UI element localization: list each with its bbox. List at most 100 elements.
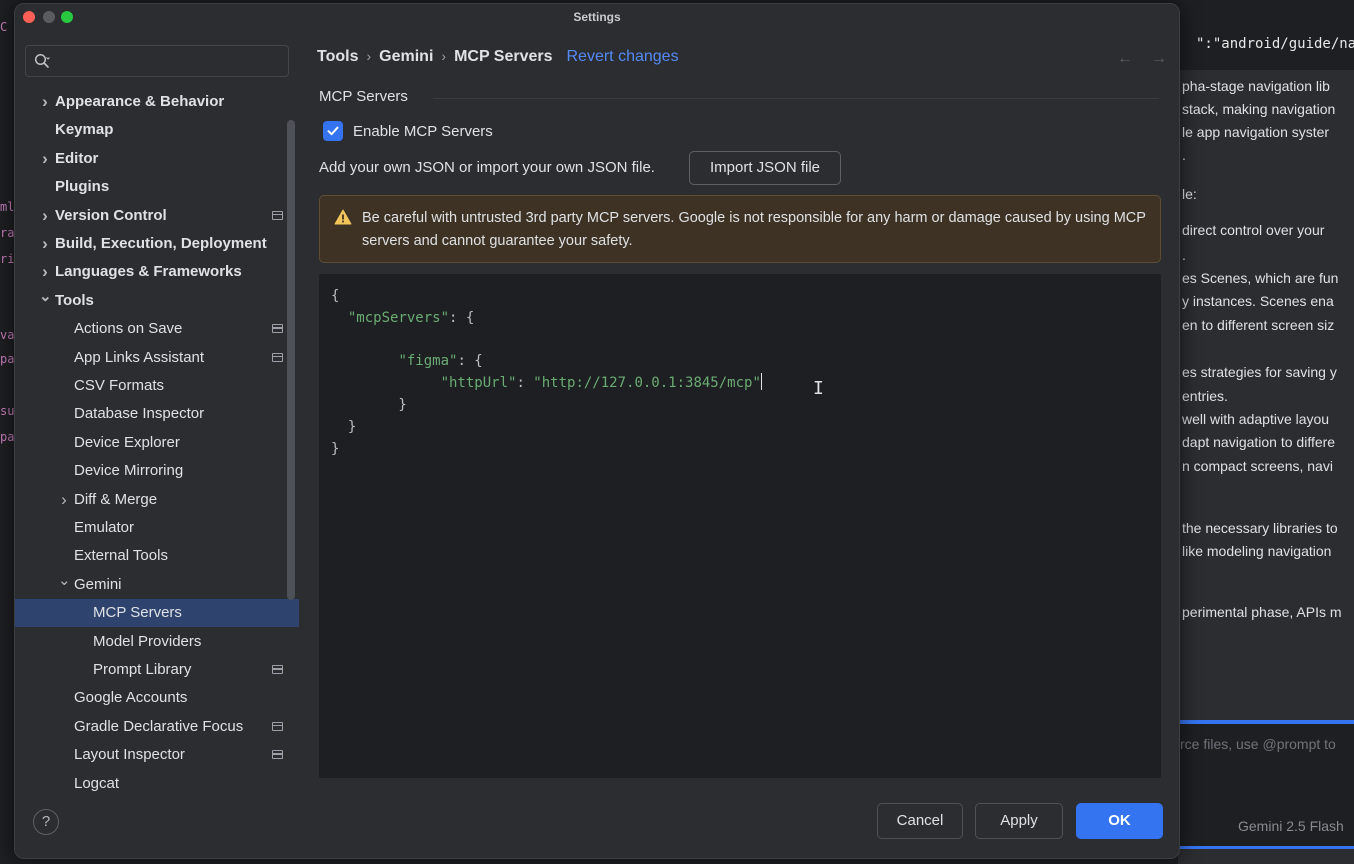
sidebar-scrollbar[interactable] (287, 120, 295, 600)
sidebar-item-label: Gradle Declarative Focus (74, 717, 244, 735)
project-level-icon (272, 665, 283, 674)
background-text-line: n compact screens, navi (1182, 458, 1333, 474)
sidebar-item-label: Build, Execution, Deployment (55, 235, 267, 252)
sidebar-item-emulator[interactable]: Emulator (15, 514, 299, 542)
screen: Cmlrarivapacsupac ":"android/guide/nav p… (0, 0, 1354, 864)
chevron-right-icon[interactable]: › (39, 145, 51, 173)
json-code-line: } (331, 418, 357, 435)
import-json-button[interactable]: Import JSON file (689, 151, 841, 185)
sidebar-item-appearance-behavior[interactable]: › Appearance & Behavior (15, 88, 299, 116)
warning-icon (334, 209, 352, 225)
background-text-line: le: (1182, 186, 1197, 202)
background-text-line: well with adaptive layou (1182, 411, 1330, 427)
sidebar-item-label: Keymap (55, 121, 114, 139)
sidebar-item-model-providers[interactable]: Model Providers (15, 628, 299, 656)
sidebar-item-prompt-library[interactable]: Prompt Library (15, 656, 299, 684)
project-level-icon (272, 721, 283, 731)
checkmark-icon (327, 126, 339, 136)
background-text-line: . (1182, 247, 1186, 263)
sidebar-item-build-execution-deployment[interactable]: › Build, Execution, Deployment (15, 230, 299, 258)
background-text-line: pha-stage navigation lib (1182, 78, 1330, 94)
settings-search-input[interactable] (25, 45, 289, 77)
sidebar-item-label: Device Mirroring (74, 462, 184, 480)
sidebar-item-plugins[interactable]: Plugins (15, 173, 299, 201)
sidebar-item-csv-formats[interactable]: CSV Formats (15, 372, 299, 400)
window-title: Settings (573, 10, 621, 24)
sidebar-item-google-accounts[interactable]: Google Accounts (15, 684, 299, 712)
background-text-line: es Scenes, which are fun (1182, 270, 1339, 286)
sidebar-item-label: Layout Inspector (74, 746, 185, 764)
sidebar-item-diff-merge[interactable]: › Diff & Merge (15, 486, 299, 514)
json-editor[interactable]: { "mcpServers": { "figma": { "httpUrl": … (319, 274, 1161, 778)
sidebar-item-actions-on-save[interactable]: Actions on Save (15, 315, 299, 343)
sidebar-item-tools[interactable]: ⌄ Tools (15, 287, 299, 315)
revert-changes-link[interactable]: Revert changes (567, 48, 679, 65)
sidebar-item-label: Languages & Frameworks (55, 263, 242, 281)
project-level-icon (272, 210, 283, 220)
background-text-line: es strategies for saving y (1182, 364, 1337, 380)
sidebar-item-database-inspector[interactable]: Database Inspector (15, 400, 299, 428)
enable-mcp-label[interactable]: Enable MCP Servers (353, 123, 493, 140)
breadcrumb-separator: › (441, 48, 447, 64)
sidebar-item-mcp-servers[interactable]: MCP Servers (15, 599, 299, 628)
chevron-right-icon[interactable]: › (39, 88, 51, 116)
sidebar-item-label: Emulator (74, 519, 135, 536)
json-code-line (331, 330, 762, 352)
sidebar-item-version-control[interactable]: › Version Control (15, 202, 299, 230)
forward-arrow-icon[interactable]: → (1151, 50, 1167, 67)
sidebar-item-editor[interactable]: › Editor (15, 145, 299, 173)
add-json-description: Add your own JSON or import your own JSO… (319, 159, 655, 176)
sidebar-item-label: App Links Assistant (74, 348, 205, 366)
chevron-down-icon[interactable]: ⌄ (39, 287, 52, 307)
sidebar-item-gradle-declarative-focus[interactable]: Gradle Declarative Focus (15, 713, 299, 741)
background-text-line: the necessary libraries to (1182, 520, 1338, 536)
sidebar-item-device-mirroring[interactable]: Device Mirroring (15, 457, 299, 485)
breadcrumb-separator: › (366, 48, 372, 64)
sidebar-item-label: Version Control (55, 206, 167, 224)
breadcrumb-gemini[interactable]: Gemini (379, 48, 433, 65)
chevron-down-icon[interactable]: ⌄ (58, 571, 71, 591)
json-code[interactable]: { "mcpServers": { "figma": { "httpUrl": … (331, 286, 763, 460)
sidebar-item-app-links-assistant[interactable]: App Links Assistant (15, 344, 299, 372)
chevron-right-icon[interactable]: › (39, 230, 51, 258)
back-arrow-icon[interactable]: ← (1117, 50, 1133, 67)
warning-banner: Be careful with untrusted 3rd party MCP … (319, 195, 1161, 263)
section-title: MCP Servers (319, 88, 408, 105)
apply-button[interactable]: Apply (975, 803, 1063, 839)
json-code-line: { (331, 288, 340, 304)
sidebar-item-keymap[interactable]: Keymap (15, 116, 299, 144)
help-button[interactable]: ? (33, 809, 59, 835)
sidebar-item-label: Database Inspector (74, 405, 205, 423)
warning-text: Be careful with untrusted 3rd party MCP … (362, 210, 1146, 249)
background-prompt-input: rce files, use @prompt to Gemini 2.5 Fla… (1178, 724, 1354, 848)
background-gemini-panel: ":"android/guide/nav pha-stage navigatio… (1178, 0, 1354, 864)
sidebar-item-gemini[interactable]: ⌄ Gemini (15, 571, 299, 599)
sidebar-item-label: Tools (55, 291, 94, 309)
background-editor-top: ":"android/guide/nav (1178, 0, 1354, 70)
text-caret (760, 373, 763, 391)
sidebar-item-label: Model Providers (93, 632, 202, 650)
breadcrumb-tools[interactable]: Tools (317, 48, 358, 65)
sidebar-item-device-explorer[interactable]: Device Explorer (15, 429, 299, 457)
background-url-text: ":"android/guide/nav (1196, 36, 1354, 52)
cancel-button[interactable]: Cancel (877, 803, 963, 839)
sidebar-item-languages-frameworks[interactable]: › Languages & Frameworks (15, 258, 299, 286)
sidebar-item-label: Device Explorer (74, 433, 180, 451)
background-prompt-placeholder: rce files, use @prompt to (1180, 736, 1336, 752)
settings-dialog: Settings › Appearance & Behavior Keymap › Ed… (14, 3, 1180, 859)
title-bar: Settings (15, 4, 1179, 32)
chevron-right-icon[interactable]: › (39, 258, 51, 286)
background-text-line: dapt navigation to differe (1182, 434, 1336, 450)
enable-mcp-checkbox[interactable] (323, 121, 343, 141)
sidebar-item-label: Google Accounts (74, 689, 188, 707)
json-code-line: "httpUrl": "http://127.0.0.1:3845/mcp" (440, 373, 763, 392)
sidebar-item-layout-inspector[interactable]: Layout Inspector (15, 741, 299, 769)
sidebar-item-label: Plugins (55, 178, 110, 196)
sidebar-item-label: Diff & Merge (74, 490, 158, 508)
chevron-right-icon[interactable]: › (39, 202, 51, 230)
chevron-right-icon[interactable]: › (58, 486, 70, 514)
ok-button[interactable]: OK (1076, 803, 1163, 839)
breadcrumb-mcp-servers: MCP Servers (454, 48, 553, 65)
sidebar-item-external-tools[interactable]: External Tools (15, 542, 299, 570)
text-cursor-icon: I (813, 378, 824, 399)
